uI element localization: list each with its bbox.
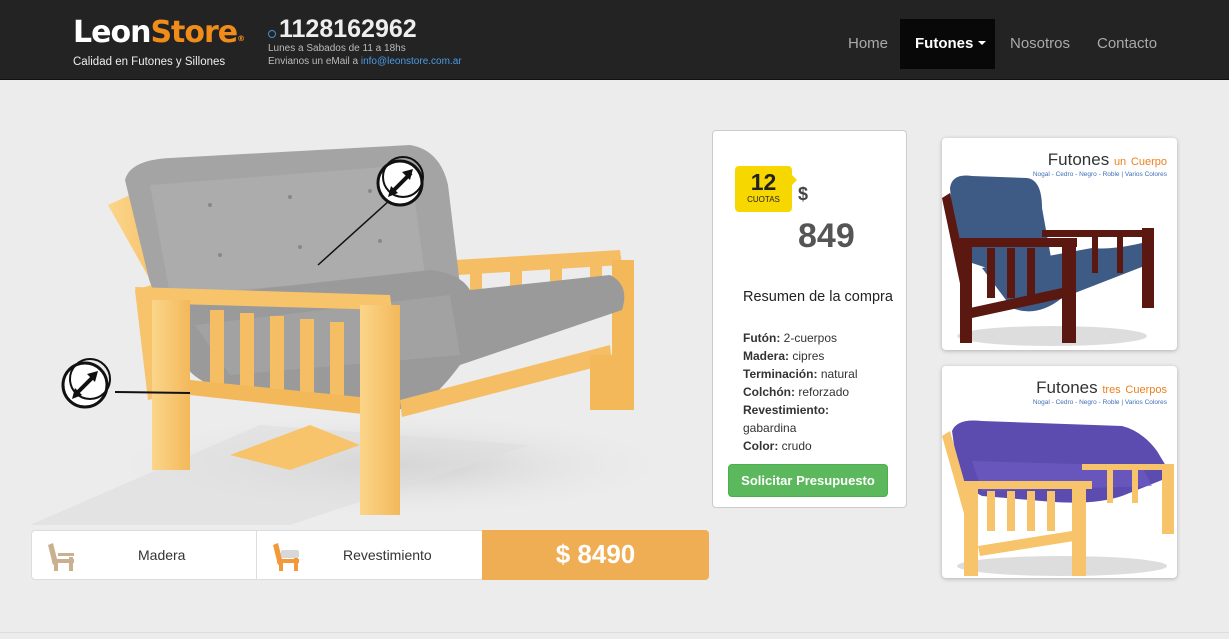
business-hours: Lunes a Sabados de 11 a 18hs xyxy=(268,43,406,54)
installment-price: 849 xyxy=(798,217,855,255)
phone-number: 1128162962 xyxy=(279,15,417,43)
product-thumb-one-body[interactable]: Futones un Cuerpo Nogal - Cedro - Negro … xyxy=(942,138,1177,350)
thumb-title: Futones tres Cuerpos xyxy=(1036,378,1167,397)
caret-down-icon xyxy=(978,41,987,45)
option-madera[interactable]: Madera xyxy=(31,530,257,580)
footer-divider xyxy=(0,632,1229,633)
spec-color: Color: crudo xyxy=(743,439,812,453)
thumb-subtitle: Nogal - Cedro - Negro - Roble | Varios C… xyxy=(1032,399,1167,406)
resize-hotspot-wood-icon[interactable] xyxy=(61,358,111,409)
email-link[interactable]: info@leonstore.com.ar xyxy=(361,56,462,67)
configurator-option-bar: Madera Revestimiento $ 8490 xyxy=(31,530,709,580)
futon-configurator-image xyxy=(30,145,690,525)
logo-tagline: Calidad en Futones y Sillones xyxy=(73,56,226,68)
nav-futones-dropdown[interactable]: Futones xyxy=(900,19,995,69)
option-revestimiento[interactable]: Revestimiento xyxy=(256,530,483,580)
spec-terminacion: Terminación: natural xyxy=(743,367,858,381)
whatsapp-icon xyxy=(268,30,276,38)
contact-info: 1128162962 Lunes a Sabados de 11 a 18hs … xyxy=(268,16,462,68)
brand-logo[interactable]: LeonStore® Calidad en Futones y Sillones xyxy=(73,15,246,69)
single-futon-image xyxy=(942,175,1154,346)
futon-cover-icon xyxy=(273,543,299,571)
request-quote-button[interactable]: Solicitar Presupuesto xyxy=(728,464,888,497)
triple-futon-image xyxy=(942,420,1174,576)
top-navbar: LeonStore® Calidad en Futones y Sillones… xyxy=(0,0,1229,80)
summary-specs: Futón: 2-cuerpos Madera: cipres Terminac… xyxy=(743,329,903,455)
spec-colchon: Colchón: reforzado xyxy=(743,385,850,399)
installments-badge: 12 CUOTAS xyxy=(735,166,792,212)
installments-count: 12 xyxy=(750,169,777,195)
option-madera-label: Madera xyxy=(138,547,186,563)
wood-frame-icon xyxy=(48,543,74,571)
option-revestimiento-label: Revestimiento xyxy=(343,547,432,563)
thumb-title: Futones un Cuerpo xyxy=(1047,150,1167,169)
installments-label: CUOTAS xyxy=(747,195,780,204)
total-price: $ 8490 xyxy=(482,530,709,580)
summary-title: Resumen de la compra xyxy=(743,289,893,305)
email-line: Envianos un eMail a info@leonstore.com.a… xyxy=(268,56,462,67)
spec-futon: Futón: 2-cuerpos xyxy=(743,331,838,345)
nav-nosotros[interactable]: Nosotros xyxy=(1010,19,1070,69)
spec-revestimiento: Revestimiento: gabardina xyxy=(743,403,830,435)
nav-contacto[interactable]: Contacto xyxy=(1097,19,1157,69)
currency-symbol: $ xyxy=(798,184,809,204)
logo-wordmark: LeonStore® xyxy=(73,15,246,50)
purchase-summary-card: 12 CUOTAS $ 849 Resumen de la compra Fut… xyxy=(712,130,907,508)
nav-home[interactable]: Home xyxy=(848,19,888,69)
product-thumb-three-body[interactable]: Futones tres Cuerpos Nogal - Cedro - Neg… xyxy=(942,366,1177,578)
spec-madera: Madera: cipres xyxy=(743,349,825,363)
